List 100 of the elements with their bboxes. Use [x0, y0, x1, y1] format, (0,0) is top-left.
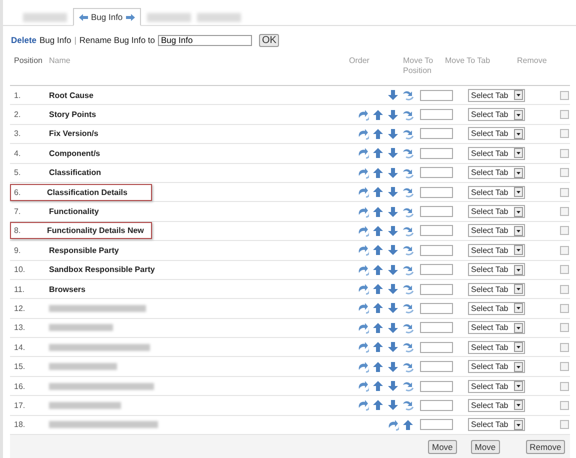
- up-arrow-icon[interactable]: [372, 186, 384, 198]
- tab-dropdown[interactable]: Select Tab: [468, 263, 525, 276]
- curved-arrow-icon[interactable]: [357, 224, 369, 237]
- down-arrow-icon[interactable]: [387, 283, 399, 296]
- up-arrow-icon[interactable]: [402, 418, 414, 431]
- up-arrow-icon[interactable]: [372, 244, 384, 256]
- up-arrow-icon[interactable]: [372, 264, 384, 276]
- remove-checkbox[interactable]: [560, 90, 569, 100]
- curved-arrow-icon[interactable]: [402, 283, 414, 296]
- curved-arrow-icon[interactable]: [402, 380, 414, 392]
- curved-arrow-icon[interactable]: [357, 380, 369, 392]
- footer-button[interactable]: Remove: [526, 440, 566, 454]
- down-arrow-icon[interactable]: [387, 380, 399, 392]
- position-field[interactable]: [420, 186, 453, 198]
- curved-arrow-icon[interactable]: [357, 128, 369, 140]
- curved-arrow-icon[interactable]: [402, 166, 414, 179]
- tab-dropdown[interactable]: Select Tab: [468, 146, 525, 160]
- down-arrow-icon[interactable]: [387, 360, 399, 373]
- position-field[interactable]: [420, 380, 453, 392]
- position-field[interactable]: [420, 284, 453, 295]
- tab-dropdown[interactable]: Select Tab: [468, 108, 525, 122]
- down-arrow-icon[interactable]: [387, 302, 399, 314]
- tab-dropdown[interactable]: Select Tab: [468, 205, 525, 218]
- remove-checkbox[interactable]: [560, 420, 569, 430]
- remove-checkbox[interactable]: [560, 342, 569, 352]
- curved-arrow-icon[interactable]: [357, 322, 369, 334]
- tab-dropdown[interactable]: Select Tab: [468, 418, 525, 432]
- remove-checkbox[interactable]: [560, 284, 569, 294]
- tab-dropdown[interactable]: Select Tab: [468, 166, 525, 180]
- tab-dropdown[interactable]: Select Tab: [468, 360, 525, 374]
- remove-checkbox[interactable]: [560, 265, 569, 274]
- remove-checkbox[interactable]: [560, 148, 569, 158]
- curved-arrow-icon[interactable]: [402, 360, 414, 373]
- tab-dropdown[interactable]: Select Tab: [468, 380, 525, 393]
- curved-arrow-icon[interactable]: [357, 147, 369, 160]
- curved-arrow-icon[interactable]: [402, 89, 414, 102]
- down-arrow-icon[interactable]: [387, 147, 399, 160]
- curved-arrow-icon[interactable]: [402, 186, 414, 198]
- curved-arrow-icon[interactable]: [357, 341, 369, 354]
- curved-arrow-icon[interactable]: [402, 244, 414, 256]
- position-field[interactable]: [420, 302, 453, 314]
- down-arrow-icon[interactable]: [387, 322, 399, 334]
- remove-checkbox[interactable]: [560, 362, 569, 372]
- tab-dropdown[interactable]: Select Tab: [468, 340, 525, 354]
- position-field[interactable]: [420, 400, 453, 411]
- footer-button[interactable]: Move: [428, 440, 457, 454]
- down-arrow-icon[interactable]: [387, 264, 399, 276]
- curved-arrow-icon[interactable]: [357, 264, 369, 276]
- down-arrow-icon[interactable]: [387, 128, 399, 140]
- up-arrow-icon[interactable]: [372, 283, 384, 296]
- remove-checkbox[interactable]: [560, 188, 569, 197]
- delete-link[interactable]: Delete: [11, 35, 37, 45]
- remove-checkbox[interactable]: [560, 110, 569, 120]
- rename-field[interactable]: Bug Info: [158, 34, 252, 46]
- right-arrow-icon[interactable]: [126, 14, 135, 20]
- down-arrow-icon[interactable]: [387, 89, 399, 102]
- down-arrow-icon[interactable]: [387, 341, 399, 354]
- up-arrow-icon[interactable]: [372, 302, 384, 314]
- remove-checkbox[interactable]: [560, 304, 569, 313]
- up-arrow-icon[interactable]: [372, 206, 384, 218]
- remove-checkbox[interactable]: [560, 168, 569, 178]
- remove-checkbox[interactable]: [560, 129, 569, 138]
- tab-dropdown[interactable]: Select Tab: [468, 224, 525, 238]
- curved-arrow-icon[interactable]: [402, 399, 414, 412]
- down-arrow-icon[interactable]: [387, 399, 399, 412]
- curved-arrow-icon[interactable]: [357, 283, 369, 296]
- up-arrow-icon[interactable]: [372, 224, 384, 237]
- remove-checkbox[interactable]: [560, 226, 569, 236]
- tab-dropdown[interactable]: Select Tab: [468, 398, 525, 412]
- curved-arrow-icon[interactable]: [402, 264, 414, 276]
- tab-dropdown[interactable]: Select Tab: [468, 302, 525, 315]
- up-arrow-icon[interactable]: [372, 166, 384, 179]
- position-field[interactable]: [420, 264, 453, 276]
- curved-arrow-icon[interactable]: [387, 418, 399, 431]
- position-field[interactable]: [420, 109, 453, 120]
- curved-arrow-icon[interactable]: [357, 244, 369, 256]
- position-field[interactable]: [420, 167, 453, 178]
- curved-arrow-icon[interactable]: [402, 128, 414, 140]
- tab-dropdown[interactable]: Select Tab: [468, 88, 525, 102]
- remove-checkbox[interactable]: [560, 382, 569, 391]
- curved-arrow-icon[interactable]: [357, 206, 369, 218]
- remove-checkbox[interactable]: [560, 246, 569, 255]
- curved-arrow-icon[interactable]: [402, 108, 414, 121]
- left-arrow-icon[interactable]: [79, 14, 88, 20]
- position-field[interactable]: [420, 342, 453, 353]
- up-arrow-icon[interactable]: [372, 108, 384, 121]
- up-arrow-icon[interactable]: [372, 380, 384, 392]
- up-arrow-icon[interactable]: [372, 341, 384, 354]
- position-field[interactable]: [420, 148, 453, 159]
- down-arrow-icon[interactable]: [387, 108, 399, 121]
- up-arrow-icon[interactable]: [372, 322, 384, 334]
- position-field[interactable]: [420, 206, 453, 218]
- curved-arrow-icon[interactable]: [402, 147, 414, 160]
- remove-checkbox[interactable]: [560, 400, 569, 410]
- position-field[interactable]: [420, 419, 453, 430]
- tab-dropdown[interactable]: Select Tab: [468, 186, 525, 199]
- up-arrow-icon[interactable]: [372, 399, 384, 412]
- curved-arrow-icon[interactable]: [402, 341, 414, 354]
- curved-arrow-icon[interactable]: [357, 360, 369, 373]
- up-arrow-icon[interactable]: [372, 360, 384, 373]
